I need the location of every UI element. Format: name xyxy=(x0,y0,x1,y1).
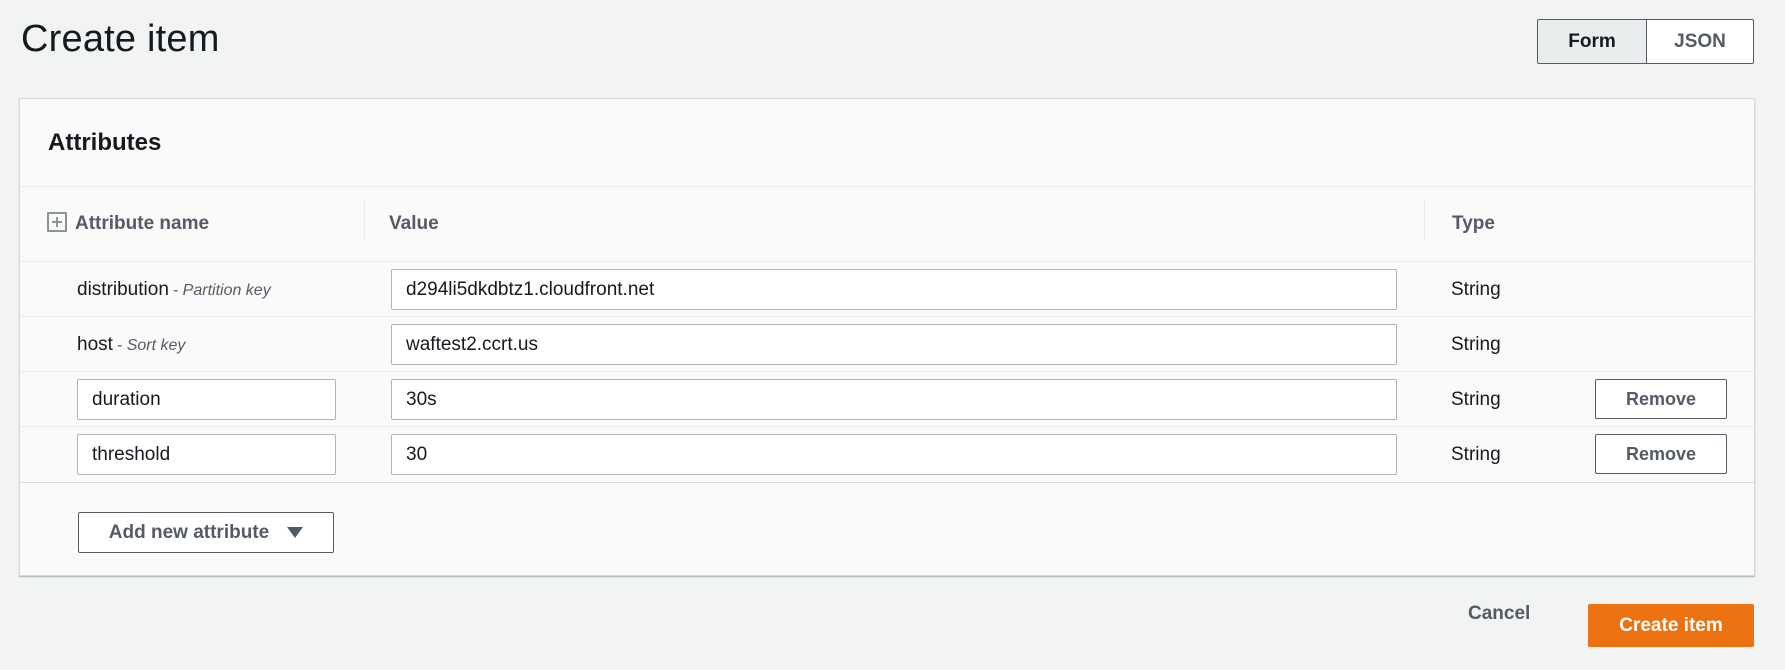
create-item-page: Create item Form JSON Attributes Attribu… xyxy=(0,0,1785,670)
table-row: host- Sort key String xyxy=(20,317,1754,372)
attributes-panel: Attributes Attribute name Value Type dis… xyxy=(19,98,1755,576)
json-view-button[interactable]: JSON xyxy=(1647,19,1754,64)
table-header: Attribute name Value Type xyxy=(20,187,1754,262)
column-header-type: Type xyxy=(1452,213,1495,234)
type-label: String xyxy=(1451,279,1501,300)
value-input[interactable] xyxy=(391,324,1397,365)
value-input[interactable] xyxy=(391,434,1397,475)
type-label: String xyxy=(1451,389,1501,410)
cancel-button[interactable]: Cancel xyxy=(1468,603,1530,625)
add-new-attribute-label: Add new attribute xyxy=(108,521,270,543)
attribute-name-label: distribution - Partition key xyxy=(77,279,271,301)
attribute-name-input[interactable] xyxy=(77,379,336,420)
value-input[interactable] xyxy=(391,379,1397,420)
plus-square-icon[interactable] xyxy=(47,212,67,232)
column-divider xyxy=(364,201,365,241)
attribute-name-text: distribution xyxy=(77,279,169,300)
table-row: String Remove xyxy=(20,372,1754,427)
column-header-value: Value xyxy=(389,213,439,234)
view-toggle: Form JSON xyxy=(1537,19,1754,64)
value-input[interactable] xyxy=(391,269,1397,310)
create-item-button[interactable]: Create item xyxy=(1588,604,1754,647)
page-title: Create item xyxy=(21,18,220,60)
form-view-button[interactable]: Form xyxy=(1537,19,1647,64)
caret-down-icon xyxy=(287,527,304,538)
attribute-name-label: host - Sort key xyxy=(77,334,185,356)
column-divider xyxy=(1424,201,1425,241)
table-row: String Remove xyxy=(20,427,1754,483)
table-row: distribution- Partition key String xyxy=(20,262,1754,317)
sort-key-hint: - Sort key xyxy=(116,337,186,354)
attribute-name-input[interactable] xyxy=(77,434,336,475)
partition-key-hint: - Partition key xyxy=(172,282,271,299)
add-new-attribute-button[interactable]: Add new attribute xyxy=(78,512,334,553)
panel-title: Attributes xyxy=(48,129,162,156)
panel-header: Attributes xyxy=(20,99,1754,187)
attribute-name-text: host xyxy=(77,334,113,355)
type-label: String xyxy=(1451,334,1501,355)
remove-button[interactable]: Remove xyxy=(1595,379,1727,419)
column-header-attribute-name: Attribute name xyxy=(75,213,210,234)
type-label: String xyxy=(1451,444,1501,465)
remove-button[interactable]: Remove xyxy=(1595,434,1727,474)
